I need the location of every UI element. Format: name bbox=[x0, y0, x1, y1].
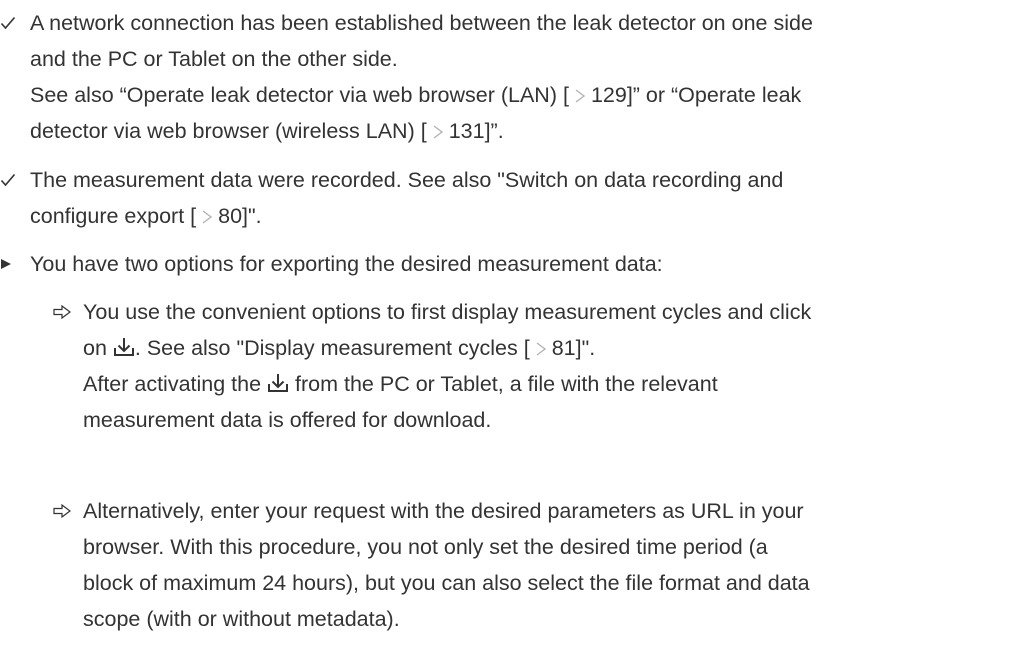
text-line: measurement data is offered for download… bbox=[83, 408, 492, 432]
triangle-bullet-icon bbox=[0, 246, 30, 282]
text-line: Alternatively, enter your request with t… bbox=[83, 499, 804, 523]
text-line: on . See also "Display measurement cycle… bbox=[83, 330, 1026, 366]
text-line: scope (with or without metadata). bbox=[83, 607, 400, 631]
text-line: After activating the from the PC or Tabl… bbox=[83, 366, 1026, 402]
cross-reference-link-cycles[interactable]: 81]". bbox=[552, 336, 596, 360]
checkmark-icon bbox=[0, 5, 30, 41]
cross-reference-link-wlan[interactable]: 131]”. bbox=[449, 119, 504, 143]
text-line: A network connection has been establishe… bbox=[30, 11, 813, 35]
text-line: browser. With this procedure, you not on… bbox=[83, 535, 768, 559]
text-segment: After activating the bbox=[83, 372, 268, 396]
result-option-display-cycles: You use the convenient options to first … bbox=[0, 294, 1026, 438]
text-segment: . See also "Display measurement cycles [ bbox=[134, 336, 530, 360]
cross-reference-link-export[interactable]: 80]". bbox=[218, 204, 262, 228]
text-segment: configure export [ bbox=[30, 204, 197, 228]
text-segment: detector via web browser (wireless LAN) … bbox=[30, 119, 427, 143]
text-segment: from the PC or Tablet, a file with the r… bbox=[289, 372, 718, 396]
result-option-url-request: Alternatively, enter your request with t… bbox=[0, 493, 1026, 637]
cross-reference-link-lan[interactable]: 129]” or “Operate leak bbox=[591, 83, 801, 107]
cross-reference-arrow-icon[interactable] bbox=[200, 199, 214, 224]
text-line: See also “Operate leak detector via web … bbox=[30, 77, 1026, 113]
requirement-data-recorded: The measurement data were recorded. See … bbox=[0, 162, 1026, 234]
requirement-network-connection: A network connection has been establishe… bbox=[0, 5, 1026, 149]
text-segment: See also “Operate leak detector via web … bbox=[30, 83, 569, 107]
download-icon[interactable] bbox=[113, 332, 135, 356]
result-arrow-icon bbox=[53, 294, 83, 330]
cross-reference-arrow-icon[interactable] bbox=[431, 114, 445, 139]
text-line: and the PC or Tablet on the other side. bbox=[30, 47, 398, 71]
text-line: The measurement data were recorded. See … bbox=[30, 168, 784, 192]
cross-reference-arrow-icon[interactable] bbox=[534, 331, 548, 356]
text-line: You have two options for exporting the d… bbox=[30, 252, 663, 276]
checkmark-icon bbox=[0, 162, 30, 198]
download-icon[interactable] bbox=[267, 368, 289, 392]
text-line: configure export [ 80]". bbox=[30, 198, 1026, 234]
text-segment: on bbox=[83, 336, 113, 360]
action-step: You have two options for exporting the d… bbox=[0, 246, 1026, 282]
cross-reference-arrow-icon[interactable] bbox=[573, 78, 587, 103]
text-line: block of maximum 24 hours), but you can … bbox=[83, 571, 810, 595]
result-arrow-icon bbox=[53, 493, 83, 529]
text-line: detector via web browser (wireless LAN) … bbox=[30, 113, 1026, 149]
text-line: You use the convenient options to first … bbox=[83, 300, 812, 324]
instruction-page: A network connection has been establishe… bbox=[0, 0, 1034, 670]
